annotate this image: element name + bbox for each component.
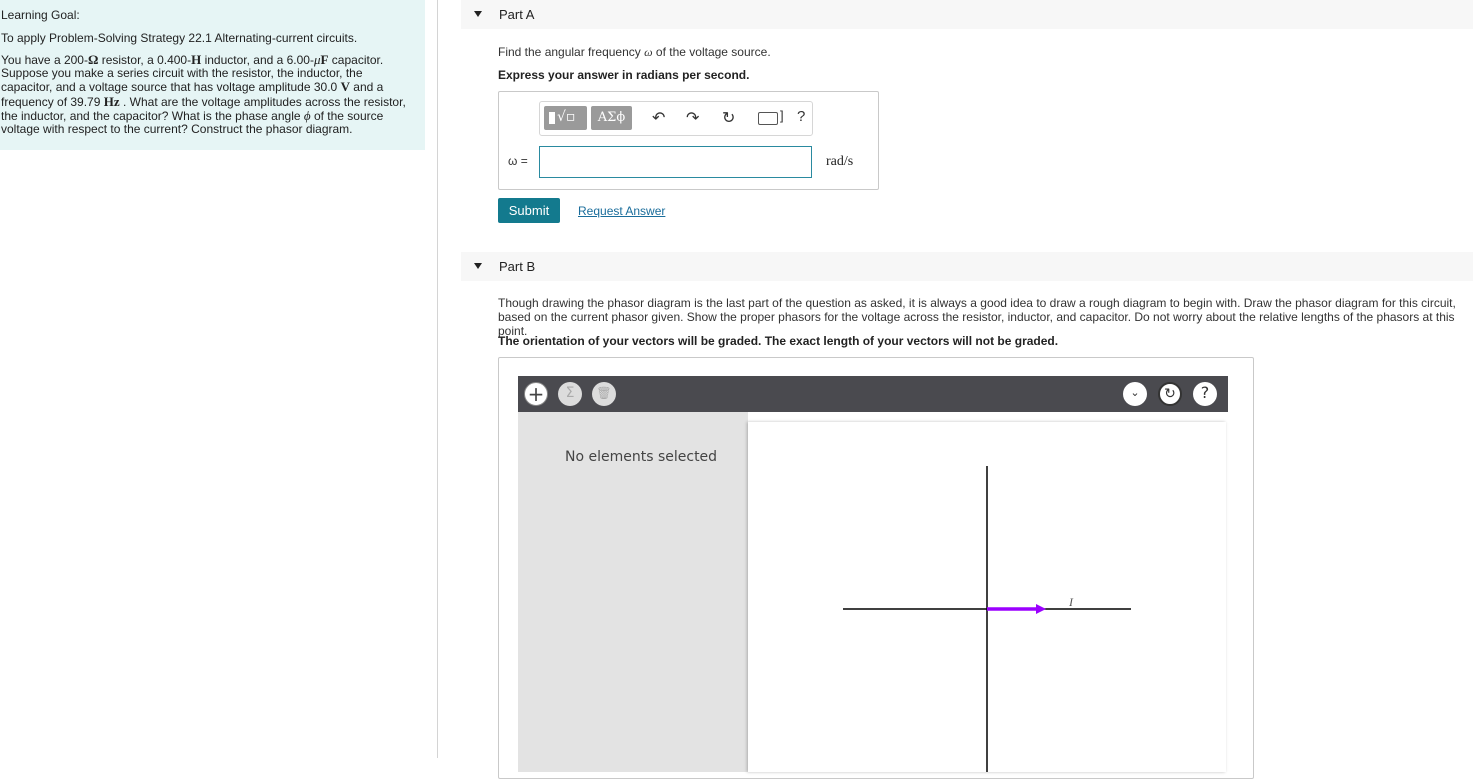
reset-icon[interactable]: ↻ (1158, 382, 1182, 406)
ohm-symbol: Ω (87, 52, 99, 67)
column-divider (437, 0, 438, 758)
keyboard-icon[interactable] (758, 112, 778, 125)
volt-symbol: V (340, 79, 350, 95)
learning-goal-title: Learning Goal: (1, 8, 80, 22)
undo-icon[interactable]: ↶ (652, 109, 665, 127)
part-b-header[interactable]: Part B (461, 252, 1473, 281)
help-icon[interactable]: ? (1193, 382, 1217, 406)
question-text: of the voltage source. (652, 45, 771, 59)
omega-symbol: ω (644, 45, 653, 59)
omega-answer-input[interactable] (539, 146, 812, 178)
phi-symbol: ϕ (303, 107, 311, 123)
help-icon[interactable]: ? (797, 108, 805, 125)
drawing-canvas[interactable]: I (748, 422, 1226, 772)
current-phasor-arrowhead[interactable] (1036, 604, 1046, 614)
phasor-diagram[interactable]: I (748, 422, 1226, 772)
answer-box: √▫ ΑΣϕ ↶ ↷ ↻ ] ? ω = rad/s (498, 91, 879, 190)
goal-text-segment: resistor, a 0.400- (98, 53, 192, 67)
greek-symbols-button[interactable]: ΑΣϕ (591, 106, 632, 130)
drawing-toolbar: + Σ 🗑 ⌄ ↻ ? (518, 376, 1228, 412)
learning-goal-panel: Learning Goal: To apply Problem-Solving … (0, 0, 425, 150)
part-b-instruction: The orientation of your vectors will be … (498, 334, 1059, 348)
part-a-header[interactable]: Part A (461, 0, 1473, 29)
add-vector-button[interactable]: + (524, 382, 548, 406)
part-a-question: Find the angular frequency ω of the volt… (498, 45, 771, 60)
templates-button[interactable]: √▫ (544, 106, 587, 130)
submit-button[interactable]: Submit (498, 198, 560, 223)
hertz-symbol: Hz (103, 93, 120, 109)
learning-goal-text: You have a 200-Ω resistor, a 0.400-H ind… (1, 53, 416, 136)
collapse-caret-icon (474, 11, 482, 17)
keyboard-shortcut-bracket: ] (780, 108, 784, 123)
omega-variable-label: ω = (508, 154, 528, 168)
request-answer-link[interactable]: Request Answer (578, 204, 665, 218)
goal-text-segment: You have a 200- (1, 53, 88, 67)
learning-goal-intro: To apply Problem-Solving Strategy 22.1 A… (1, 31, 358, 45)
current-phasor-label: I (1068, 595, 1074, 609)
part-b-question: Though drawing the phasor diagram is the… (498, 296, 1456, 338)
redo-icon[interactable]: ↷ (686, 109, 699, 127)
collapse-caret-icon (474, 263, 482, 269)
question-text: Find the angular frequency (498, 45, 645, 59)
cursor-block-icon (549, 112, 555, 124)
part-a-label: Part A (499, 7, 535, 22)
chevron-down-icon[interactable]: ⌄ (1123, 382, 1147, 406)
henry-symbol: H (191, 52, 202, 67)
sqrt-template-icon: √▫ (557, 109, 576, 125)
properties-panel: No elements selected (518, 412, 748, 772)
part-a-instruction: Express your answer in radians per secon… (498, 68, 750, 82)
phasor-drawing-tool: + Σ 🗑 ⌄ ↻ ? No elements selected I (498, 357, 1254, 779)
math-toolbar: √▫ ΑΣϕ ↶ ↷ ↻ ] ? (539, 101, 813, 136)
goal-text-segment: inductor, and a 6.00- (201, 53, 314, 67)
unit-label: rad/s (826, 154, 854, 169)
sum-vectors-button[interactable]: Σ (558, 382, 582, 406)
delete-icon[interactable]: 🗑 (592, 382, 616, 406)
part-b-label: Part B (499, 259, 536, 274)
selection-status: No elements selected (565, 449, 718, 465)
reset-icon[interactable]: ↻ (722, 109, 735, 127)
